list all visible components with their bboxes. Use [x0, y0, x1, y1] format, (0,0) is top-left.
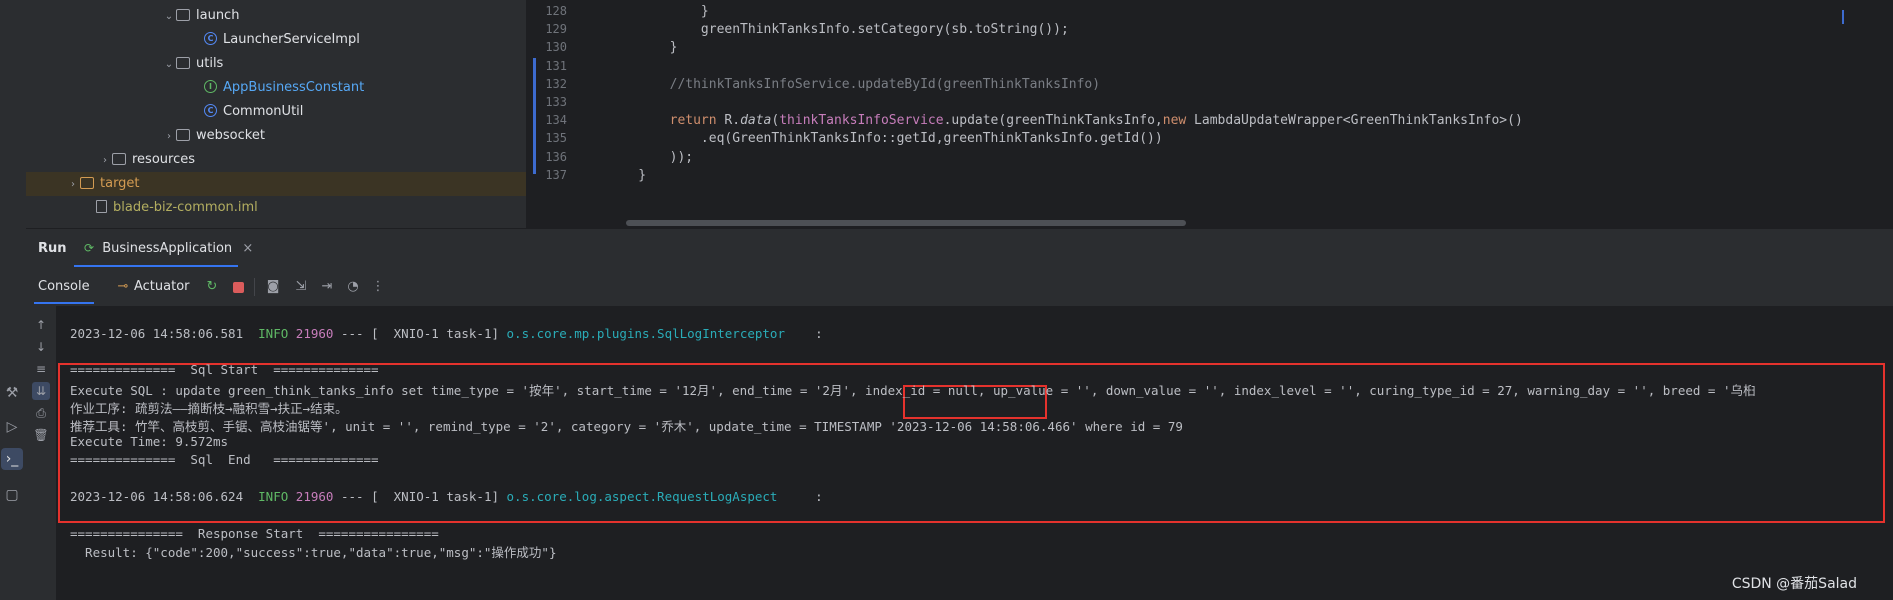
sql-end-line: ============== Sql End ==============: [70, 452, 379, 467]
class-icon: C: [204, 104, 217, 117]
log-line: 2023-12-06 14:58:06.624 INFO 21960 --- […: [70, 489, 823, 504]
actuator-icon: ⊸: [117, 279, 129, 294]
scroll-to-end-icon[interactable]: ⇊: [32, 382, 50, 400]
chevron-down-icon[interactable]: ⌄: [162, 53, 176, 77]
tab-console[interactable]: Console: [38, 275, 90, 299]
log-line: 2023-12-06 14:58:06.581 INFO 21960 --- […: [70, 326, 823, 341]
tab-business-application[interactable]: ⟳ BusinessApplication ×: [74, 233, 263, 263]
line-number: 128: [545, 4, 567, 18]
tree-item-launch[interactable]: ⌄ launch: [26, 4, 526, 28]
sql-line-3: 推荐工具: 竹竿、高枝剪、手锯、高枝油锯等', unit = '', remin…: [70, 419, 1183, 434]
code-line: }: [607, 167, 647, 183]
line-number: 130: [545, 40, 567, 55]
tab-actuator[interactable]: Actuator: [134, 275, 190, 299]
chevron-right-icon[interactable]: ›: [66, 173, 80, 197]
tool-window-strip: ⚒ ▷ ›_ ▢: [0, 0, 27, 600]
restore-layout-icon[interactable]: ⇲: [292, 278, 310, 296]
active-tab-indicator: [74, 265, 238, 267]
problems-icon[interactable]: ▢: [1, 484, 23, 506]
arrow-down-icon[interactable]: ↓: [32, 338, 50, 356]
console-sidebar: ↑ ↓ ≡ ⇊ ⎙ 🗑: [26, 306, 56, 600]
code-line: .eq(GreenThinkTanksInfo::getId,greenThin…: [607, 131, 1163, 147]
code-line: ));: [607, 149, 694, 165]
tree-item-label: AppBusinessConstant: [223, 80, 365, 95]
tree-item-launcherserviceimpl[interactable]: C LauncherServiceImpl: [26, 28, 526, 52]
line-number: 129: [545, 22, 567, 37]
response-result-line: Result: {"code":200,"success":true,"data…: [70, 545, 557, 560]
trash-icon[interactable]: 🗑: [32, 426, 50, 444]
camera-icon[interactable]: ◙: [264, 278, 282, 296]
folder-icon: [80, 176, 94, 189]
code-line: }: [607, 4, 709, 19]
print-icon[interactable]: ⎙: [32, 404, 50, 422]
soft-wrap-icon[interactable]: ≡: [32, 360, 50, 378]
more-options-icon[interactable]: ⋮: [369, 278, 387, 296]
tree-item-label: websocket: [196, 128, 265, 143]
horizontal-scrollbar[interactable]: [626, 220, 1186, 226]
rerun-icon[interactable]: ↻: [203, 278, 221, 296]
interface-icon: I: [204, 80, 217, 93]
tree-item-label: blade-biz-common.iml: [113, 200, 258, 215]
tree-item-utils[interactable]: ⌄ utils: [26, 52, 526, 76]
tree-item-target[interactable]: › target: [26, 172, 526, 196]
tree-item-appbusinessconstant[interactable]: I AppBusinessConstant: [26, 76, 526, 100]
chevron-right-icon[interactable]: ›: [98, 149, 112, 173]
build-icon[interactable]: ⚒: [1, 382, 23, 404]
folder-icon: [176, 8, 190, 21]
tree-item-label: CommonUtil: [223, 104, 304, 119]
exec-time-line: Execute Time: 9.572ms: [70, 434, 229, 449]
code-line: greenThinkTanksInfo.setCategory(sb.toStr…: [607, 22, 1069, 38]
response-start-line: =============== Response Start =========…: [70, 526, 439, 541]
run-title: Run: [38, 241, 67, 256]
class-icon: C: [204, 32, 217, 45]
tree-item-label: utils: [196, 56, 224, 71]
watermark: CSDN @番茄Salad: [1731, 576, 1857, 592]
change-marker: [1842, 10, 1844, 24]
tree-item-label: launch: [196, 8, 240, 23]
export-icon[interactable]: ⇥: [318, 278, 336, 296]
tree-item-commonutil[interactable]: C CommonUtil: [26, 100, 526, 124]
tree-item-websocket[interactable]: › websocket: [26, 124, 526, 148]
run-tool-window-header: Run ⟳ BusinessApplication ×: [26, 228, 1893, 269]
tab-label: BusinessApplication: [102, 241, 233, 256]
run-toolbar: Console ⊸ Actuator ↻ ◙ ⇲ ⇥ ◔ ⋮: [26, 268, 1893, 307]
code-line: return R.data(thinkTanksInfoService.upda…: [669, 113, 1523, 129]
tree-item-label: LauncherServiceImpl: [223, 32, 360, 47]
code-editor[interactable]: 128 129 130 131 132 133 134 135 136 137 } greenTh…: [527, 0, 1893, 228]
code-line: //thinkTanksInfoService.updateById(green…: [607, 76, 1101, 92]
tree-item-label: target: [100, 176, 140, 191]
project-tree: ⌄ launch C LauncherServiceImpl ⌄ utils I AppBus…: [26, 0, 526, 228]
console-output[interactable]: 2023-12-06 14:58:06.581 INFO 21960 --- […: [56, 306, 1893, 600]
arrow-up-icon[interactable]: ↑: [32, 316, 50, 334]
chevron-down-icon[interactable]: ⌄: [162, 5, 176, 29]
tree-item-blade-biz-common-iml[interactable]: blade-biz-common.iml: [26, 196, 526, 220]
code-area[interactable]: } greenThinkTanksInfo.setCategory(sb.toS…: [607, 0, 1887, 228]
tree-item-label: resources: [132, 152, 196, 167]
folder-icon: [176, 56, 190, 69]
sql-execute-line: Execute SQL : update green_think_tanks_i…: [70, 383, 1756, 398]
spring-boot-icon: ⟳: [84, 241, 95, 255]
tree-item-resources[interactable]: › resources: [26, 148, 526, 172]
terminal-icon[interactable]: ›_: [1, 448, 23, 470]
console-tab-indicator: [34, 302, 94, 304]
code-line: }: [607, 40, 678, 56]
folder-icon: [176, 128, 190, 141]
sql-line-2: 作业工序: 疏剪法——摘断枝→融积雪→扶正→结束。: [70, 401, 348, 416]
toolbar-separator: [254, 278, 255, 296]
close-icon[interactable]: ×: [242, 241, 253, 256]
stop-icon[interactable]: [233, 282, 244, 293]
folder-icon: [112, 152, 126, 165]
profiler-icon[interactable]: ◔: [344, 278, 362, 296]
change-bar: [533, 58, 536, 174]
file-icon: [96, 200, 107, 213]
chevron-right-icon[interactable]: ›: [162, 125, 176, 149]
run-icon[interactable]: ▷: [1, 416, 23, 438]
sql-start-line: ============== Sql Start ==============: [70, 362, 379, 377]
